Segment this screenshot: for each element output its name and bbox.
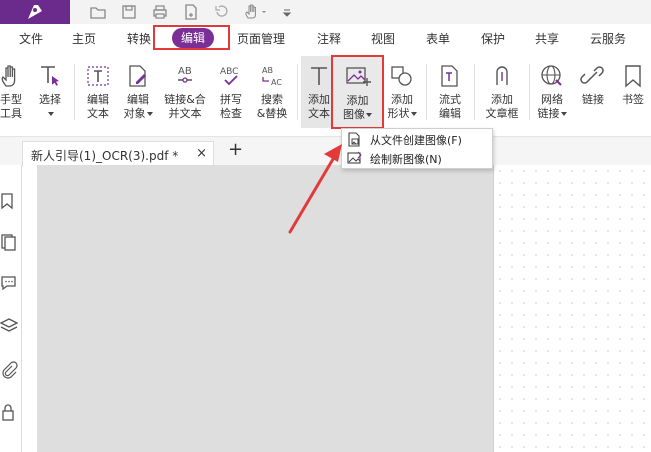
tab-form[interactable]: 表单	[426, 30, 450, 47]
title-bar	[0, 0, 651, 24]
link-merge-label-1: 链接&合	[164, 93, 206, 106]
tab-page-management[interactable]: 页面管理	[237, 30, 285, 47]
link-merge-label-2: 并文本	[168, 107, 202, 120]
tab-protect[interactable]: 保护	[481, 30, 505, 47]
tab-comment[interactable]: 注释	[317, 30, 341, 47]
link-merge-icon: AB	[172, 63, 198, 89]
create-image-from-file-item[interactable]: 从文件创建图像(F)	[342, 130, 494, 149]
svg-text:ABC: ABC	[220, 67, 238, 77]
document-tab-label: 新人引导(1)_OCR(3).pdf *	[31, 149, 179, 163]
add-image-icon	[344, 64, 372, 90]
hand-tool-label-2: 工具	[0, 107, 22, 120]
hand-dropdown-icon[interactable]	[243, 3, 269, 21]
edit-object-caret-icon	[146, 112, 153, 116]
add-text-label-2: 文本	[308, 107, 330, 120]
spell-check-label-2: 检查	[220, 107, 242, 120]
svg-text:AB: AB	[178, 66, 192, 77]
create-image-from-file-label: 从文件创建图像(F)	[370, 134, 462, 147]
add-text-icon	[306, 63, 332, 89]
close-tab-icon[interactable]: ×	[196, 146, 207, 161]
bookmark-panel-icon[interactable]	[0, 192, 18, 210]
spell-check-label-1: 拼写	[220, 93, 242, 106]
ribbon-separator	[74, 64, 75, 120]
hand-icon	[0, 63, 24, 89]
search-replace-label-1: 搜索	[261, 93, 283, 106]
comment-panel-icon[interactable]	[0, 274, 18, 292]
search-replace-icon: AB AC	[259, 63, 285, 89]
search-replace-button[interactable]: AB AC 搜索 &替换	[253, 52, 291, 130]
edit-object-button[interactable]: 编辑 对象	[119, 52, 157, 130]
tab-convert[interactable]: 转换	[127, 30, 151, 47]
undo-icon[interactable]	[212, 3, 230, 21]
hand-tool-label-1: 手型	[0, 93, 22, 106]
edit-tab-highlight	[153, 25, 230, 50]
pages-panel-icon[interactable]	[0, 233, 18, 251]
add-image-label-2: 图像	[343, 108, 365, 121]
new-tab-button[interactable]: +	[228, 139, 243, 160]
open-folder-icon[interactable]	[89, 3, 107, 21]
attachment-panel-icon[interactable]	[0, 361, 18, 379]
annotation-arrow-icon	[288, 144, 342, 234]
add-image-button[interactable]: 添加 图像	[331, 55, 384, 129]
edit-object-label-1: 编辑	[127, 93, 149, 106]
add-image-caret-icon	[366, 113, 372, 117]
spell-check-icon: ABC	[218, 63, 244, 89]
app-logo	[0, 0, 70, 24]
document-tab[interactable]: 新人引导(1)_OCR(3).pdf * ×	[22, 141, 214, 166]
left-side-panel	[0, 165, 22, 452]
select-label: 选择	[39, 93, 61, 106]
menu-bar: 文件 主页 转换 编辑 页面管理 注释 视图 表单 保护 共享 云服务	[0, 24, 651, 52]
ribbon-separator	[297, 64, 298, 120]
draw-new-image-label: 绘制新图像(N)	[370, 153, 442, 166]
hand-tool-button[interactable]: 手型 工具	[0, 52, 26, 130]
edit-text-button[interactable]: 编辑 文本	[82, 52, 114, 130]
ribbon-toolbar: 手型 工具 选择 编辑 文本 编辑 对象 AB 链接&合 并文本 ABC 拼写 检查 AB	[0, 52, 651, 136]
pen-logo-icon	[28, 5, 42, 19]
svg-text:AC: AC	[271, 78, 282, 87]
add-image-label-1: 添加	[346, 94, 369, 107]
tab-view[interactable]: 视图	[371, 30, 395, 47]
security-panel-icon[interactable]	[0, 403, 18, 421]
search-replace-label-2: &替换	[256, 107, 288, 120]
edit-text-icon	[85, 63, 111, 89]
edit-object-icon	[125, 63, 151, 89]
tab-file[interactable]: 文件	[19, 30, 43, 47]
tab-home[interactable]: 主页	[72, 30, 96, 47]
select-caret-icon	[47, 112, 54, 116]
tab-cloud-service[interactable]: 云服务	[590, 30, 626, 47]
tab-share[interactable]: 共享	[535, 30, 559, 47]
edit-text-label-2: 文本	[87, 107, 109, 120]
add-text-label-1: 添加	[308, 93, 330, 106]
customize-icon[interactable]	[281, 3, 293, 21]
select-button[interactable]: 选择	[33, 52, 67, 130]
document-page[interactable]	[493, 165, 651, 452]
draw-new-image-item[interactable]: 绘制新图像(N)	[342, 149, 494, 168]
save-icon[interactable]	[120, 3, 138, 21]
layers-panel-icon[interactable]	[0, 317, 19, 335]
link-merge-text-button[interactable]: AB 链接&合 并文本	[161, 52, 209, 130]
edit-object-label-2: 对象	[123, 107, 146, 120]
print-icon[interactable]	[151, 3, 169, 21]
add-image-dropdown: 从文件创建图像(F) 绘制新图像(N)	[341, 128, 493, 169]
select-text-icon	[37, 63, 63, 89]
edit-text-label-1: 编辑	[87, 93, 109, 106]
svg-text:AB: AB	[262, 66, 273, 75]
spell-check-button[interactable]: ABC 拼写 检查	[214, 52, 248, 130]
new-doc-icon[interactable]	[182, 3, 200, 21]
